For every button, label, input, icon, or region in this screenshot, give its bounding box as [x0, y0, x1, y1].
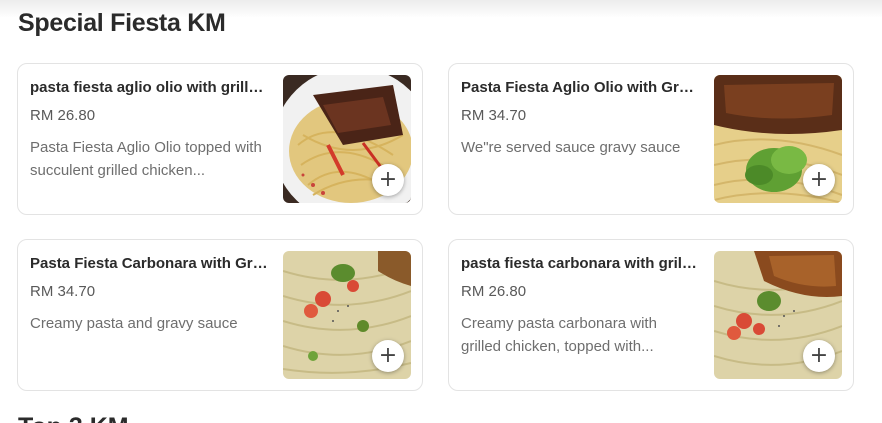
plus-icon: + — [378, 343, 398, 368]
menu-page: Special Fiesta KM pasta fiesta aglio oli… — [0, 0, 882, 423]
menu-item-description: We"re served sauce gravy sauce — [461, 139, 681, 156]
menu-item-card[interactable]: Pasta Fiesta Aglio Olio with Gravy RM 34… — [448, 63, 854, 215]
next-section-title: Top 3 KM — [18, 413, 129, 423]
menu-item-card[interactable]: pasta fiesta aglio olio with grilled chi… — [17, 63, 423, 215]
menu-item-name: Pasta Fiesta Aglio Olio with Gravy — [461, 79, 701, 96]
menu-item-name: pasta fiesta carbonara with grilled chic… — [461, 255, 701, 272]
menu-item-text: Pasta Fiesta Aglio Olio with Gravy RM 34… — [461, 78, 701, 159]
add-to-cart-button[interactable]: + — [803, 340, 835, 372]
section-title: Special Fiesta KM — [18, 9, 226, 37]
menu-item-name: pasta fiesta aglio olio with grilled chi… — [30, 79, 270, 96]
menu-item-description: Creamy pasta carbonara with grilled chic… — [461, 315, 657, 355]
plus-icon: + — [378, 167, 398, 192]
menu-item-card[interactable]: Pasta Fiesta Carbonara with Gravy RM 34.… — [17, 239, 423, 391]
add-to-cart-button[interactable]: + — [803, 164, 835, 196]
menu-item-price: RM 34.70 — [461, 107, 527, 124]
menu-item-price: RM 26.80 — [30, 107, 96, 124]
menu-item-description: Pasta Fiesta Aglio Olio topped with succ… — [30, 139, 262, 179]
add-to-cart-button[interactable]: + — [372, 340, 404, 372]
menu-item-price: RM 34.70 — [30, 283, 96, 300]
menu-item-price: RM 26.80 — [461, 283, 527, 300]
plus-icon: + — [809, 343, 829, 368]
menu-item-text: Pasta Fiesta Carbonara with Gravy RM 34.… — [30, 254, 270, 335]
menu-item-description: Creamy pasta and gravy sauce — [30, 315, 238, 332]
menu-item-card[interactable]: pasta fiesta carbonara with grilled chic… — [448, 239, 854, 391]
add-to-cart-button[interactable]: + — [372, 164, 404, 196]
menu-item-name: Pasta Fiesta Carbonara with Gravy — [30, 255, 270, 272]
menu-item-text: pasta fiesta carbonara with grilled chic… — [461, 254, 701, 358]
plus-icon: + — [809, 167, 829, 192]
menu-item-text: pasta fiesta aglio olio with grilled chi… — [30, 78, 270, 182]
